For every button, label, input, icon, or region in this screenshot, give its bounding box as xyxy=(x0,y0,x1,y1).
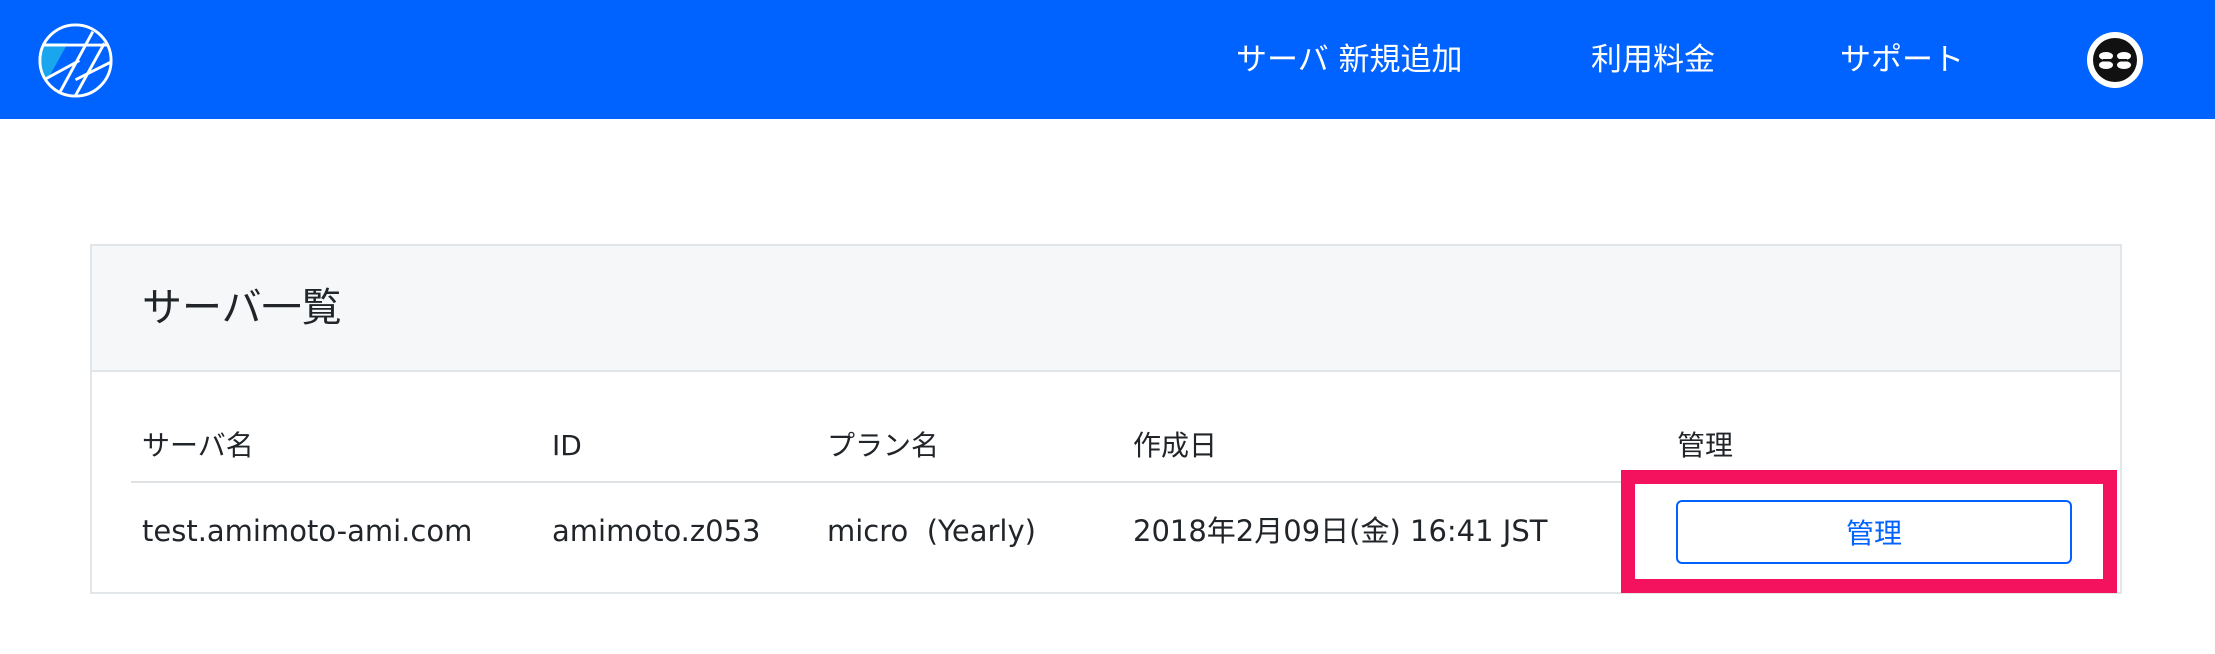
column-header-id: ID xyxy=(552,429,582,462)
cell-created: 2018年2月09日(金) 16:41 JST xyxy=(1133,514,1548,548)
nav-support[interactable]: サポート xyxy=(1840,38,1964,82)
column-header-plan: プラン名 xyxy=(827,429,940,462)
amimoto-logo-icon[interactable] xyxy=(37,22,114,99)
manage-button[interactable]: 管理 xyxy=(1676,500,2072,564)
column-header-manage: 管理 xyxy=(1677,429,1734,462)
column-header-created: 作成日 xyxy=(1133,429,1218,462)
page-title: サーバ一覧 xyxy=(142,285,342,331)
cell-id: amimoto.z053 xyxy=(552,514,761,548)
card-header: サーバ一覧 xyxy=(92,246,2120,372)
nav-add-server[interactable]: サーバ 新規追加 xyxy=(1236,38,1463,82)
column-header-server-name: サーバ名 xyxy=(142,429,254,462)
cell-server-name: test.amimoto-ami.com xyxy=(142,514,473,548)
top-navbar: サーバ 新規追加 利用料金 サポート xyxy=(0,0,2215,119)
cell-plan: micro (Yearly) xyxy=(827,514,1036,548)
table-header-divider xyxy=(131,481,2091,483)
nav-pricing[interactable]: 利用料金 xyxy=(1591,38,1715,82)
user-avatar-icon[interactable] xyxy=(2085,30,2145,90)
